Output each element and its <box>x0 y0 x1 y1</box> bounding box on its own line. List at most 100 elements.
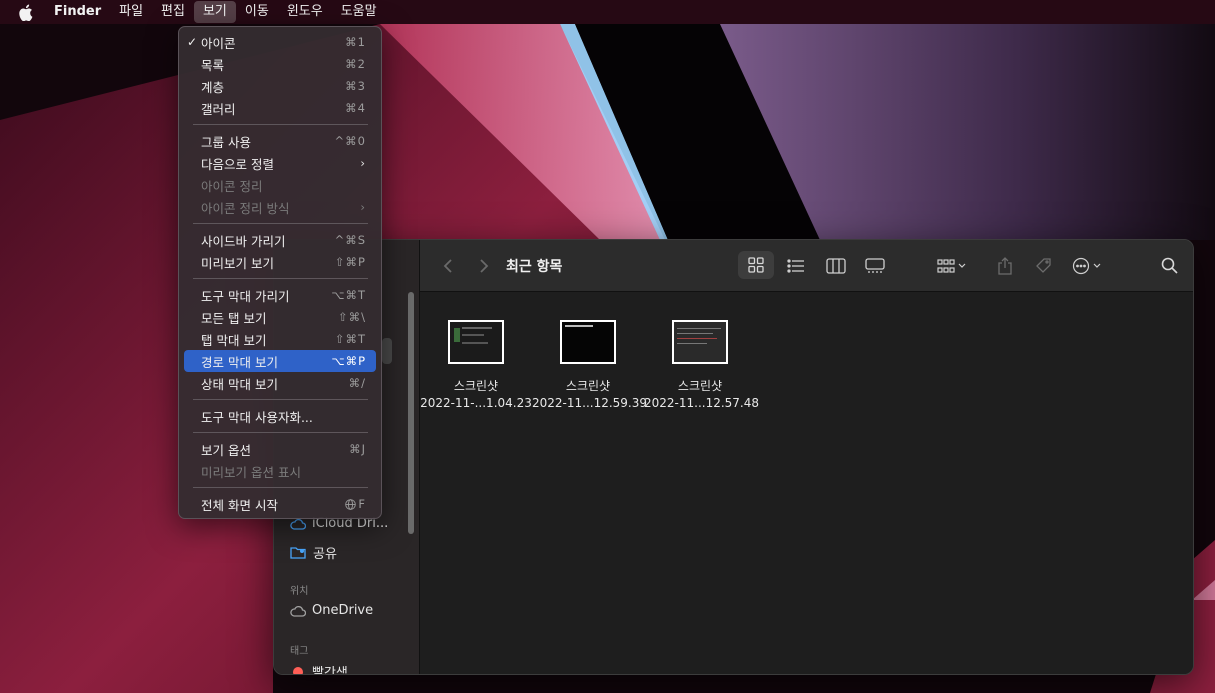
menu-item-list[interactable]: 목록 ⌘2 <box>184 53 376 75</box>
sidebar-item-tag-red[interactable]: 빨간색 <box>290 662 348 675</box>
menubar-go[interactable]: 이동 <box>236 1 278 23</box>
sidebar-item-shared[interactable]: 공유 <box>290 543 337 562</box>
menu-item-label: 미리보기 옵션 표시 <box>201 464 301 480</box>
menu-item-shortcut: ^⌘0 <box>334 134 366 148</box>
checkmark-icon: ✓ <box>187 35 198 49</box>
menu-item-label: 아이콘 정리 방식 <box>201 200 290 216</box>
menu-item-hide-toolbar[interactable]: 도구 막대 가리기 ⌥⌘T <box>184 284 376 306</box>
column-view-button[interactable] <box>818 240 854 291</box>
menu-item-label: 도구 막대 사용자화... <box>201 409 313 425</box>
menu-item-label: 탭 막대 보기 <box>201 332 267 348</box>
menu-item-shortcut: ⇧⌘\ <box>337 310 366 324</box>
menu-item-icons[interactable]: ✓ 아이콘 ⌘1 <box>184 31 376 53</box>
menu-item-customize-toolbar[interactable]: 도구 막대 사용자화... <box>184 405 376 427</box>
list-icon <box>787 258 804 273</box>
menubar-window[interactable]: 윈도우 <box>278 1 332 23</box>
sidebar-scrollbar[interactable] <box>408 292 414 534</box>
menubar-view[interactable]: 보기 <box>193 1 236 23</box>
menu-item-label: 상태 막대 보기 <box>201 376 278 392</box>
menu-separator <box>193 223 368 224</box>
menubar-file[interactable]: 파일 <box>110 1 152 23</box>
menu-item-label: 다음으로 정렬 <box>201 156 274 172</box>
sidebar-selection <box>382 338 392 364</box>
menu-item-label: 그룹 사용 <box>201 134 251 150</box>
menu-item-enter-full-screen[interactable]: 전체 화면 시작 F <box>184 493 376 515</box>
file-name: 스크린샷 <box>453 379 499 393</box>
icon-view-button[interactable] <box>738 251 774 279</box>
menu-item-show-path-bar[interactable]: 경로 막대 보기 ⌥⌘P <box>184 350 376 372</box>
menu-item-show-status-bar[interactable]: 상태 막대 보기 ⌘/ <box>184 372 376 394</box>
search-button[interactable] <box>1154 240 1184 291</box>
sidebar-item-onedrive[interactable]: OneDrive <box>290 603 373 618</box>
file-date: 2022-11...12.59.39 <box>532 396 648 410</box>
tag-icon <box>1036 257 1051 273</box>
menu-item-label: 목록 <box>201 57 225 73</box>
window-title: 최근 항목 <box>506 258 563 275</box>
menu-item-shortcut: ⌥⌘P <box>331 354 366 368</box>
menu-item-label: 전체 화면 시작 <box>201 497 278 513</box>
menubar-app-finder[interactable]: Finder <box>45 1 110 23</box>
cloud-icon <box>290 605 306 617</box>
menu-item-shortcut: ⌥⌘T <box>331 288 366 302</box>
menu-item-shortcut: ⇧⌘P <box>334 255 366 269</box>
group-by-button[interactable] <box>932 240 972 291</box>
forward-button[interactable] <box>474 240 494 291</box>
menu-item-shortcut: ⌘/ <box>348 376 366 390</box>
menu-item-label: 경로 막대 보기 <box>201 354 278 370</box>
menu-item-clean-up-by: 아이콘 정리 방식 › <box>184 196 376 218</box>
menu-item-shortcut: ⌘2 <box>345 57 366 71</box>
file-item[interactable]: 스크린샷 2022-11...12.57.48 <box>644 320 759 412</box>
menu-item-show-all-tabs[interactable]: 모든 탭 보기 ⇧⌘\ <box>184 306 376 328</box>
gallery-view-button[interactable] <box>857 240 893 291</box>
share-button[interactable] <box>990 240 1020 291</box>
menubar-edit[interactable]: 편집 <box>152 1 194 23</box>
sidebar-item-label: 빨간색 <box>312 666 348 675</box>
columns-icon <box>826 257 846 274</box>
chevron-right-icon <box>480 258 489 273</box>
menu-item-gallery[interactable]: 갤러리 ⌘4 <box>184 97 376 119</box>
menu-item-label: 갤러리 <box>201 101 236 117</box>
menu-item-shortcut: ^⌘S <box>334 233 366 247</box>
menu-item-columns[interactable]: 계층 ⌘3 <box>184 75 376 97</box>
menu-separator <box>193 278 368 279</box>
menu-item-shortcut: ⌘3 <box>345 79 366 93</box>
action-menu-button[interactable] <box>1068 240 1108 291</box>
menubar-help[interactable]: 도움말 <box>332 1 386 23</box>
file-item[interactable]: 스크린샷 2022-11-...1.04.23 <box>420 320 532 412</box>
menu-item-use-groups[interactable]: 그룹 사용 ^⌘0 <box>184 130 376 152</box>
file-date: 2022-11-...1.04.23 <box>420 396 532 410</box>
gallery-icon <box>865 257 885 273</box>
file-name: 스크린샷 <box>565 379 611 393</box>
list-view-button[interactable] <box>778 240 814 291</box>
sidebar-section-locations: 위치 <box>290 586 309 597</box>
sidebar-item-label: OneDrive <box>312 603 374 618</box>
sidebar-section-tags: 태그 <box>290 646 309 657</box>
group-icon <box>937 258 966 273</box>
menu-item-show-preview[interactable]: 미리보기 보기 ⇧⌘P <box>184 251 376 273</box>
file-item[interactable]: 스크린샷 2022-11...12.59.39 <box>532 320 648 412</box>
menu-item-view-options[interactable]: 보기 옵션 ⌘J <box>184 438 376 460</box>
menu-item-hide-sidebar[interactable]: 사이드바 가리기 ^⌘S <box>184 229 376 251</box>
shared-folder-icon <box>290 547 306 559</box>
menu-item-sort-by[interactable]: 다음으로 정렬 › <box>184 152 376 174</box>
menu-item-label: 아이콘 정리 <box>201 178 263 194</box>
menu-item-clean-up: 아이콘 정리 <box>184 174 376 196</box>
menu-separator <box>193 487 368 488</box>
finder-window: iCloud Dri... 공유 위치 OneDrive 태그 빨간색 최근 항… <box>273 239 1194 675</box>
menu-separator <box>193 124 368 125</box>
menu-item-shortcut: ⌘1 <box>345 35 366 49</box>
apple-menu-icon[interactable] <box>0 4 45 21</box>
file-thumbnail <box>560 320 616 364</box>
menu-item-label: 사이드바 가리기 <box>201 233 286 249</box>
menu-item-shortcut: ⌘J <box>349 442 366 456</box>
menu-item-shortcut: ⇧⌘T <box>334 332 366 346</box>
cloud-icon <box>290 518 306 530</box>
menu-item-show-tab-bar[interactable]: 탭 막대 보기 ⇧⌘T <box>184 328 376 350</box>
tag-button[interactable] <box>1029 240 1059 291</box>
menu-item-label: 계층 <box>201 79 225 95</box>
menu-bar: Finder 파일 편집 보기 이동 윈도우 도움말 <box>0 0 1215 24</box>
menu-item-label: 보기 옵션 <box>201 442 251 458</box>
menu-separator <box>193 399 368 400</box>
back-button[interactable] <box>438 240 458 291</box>
menu-item-shortcut: ⌘4 <box>345 101 366 115</box>
